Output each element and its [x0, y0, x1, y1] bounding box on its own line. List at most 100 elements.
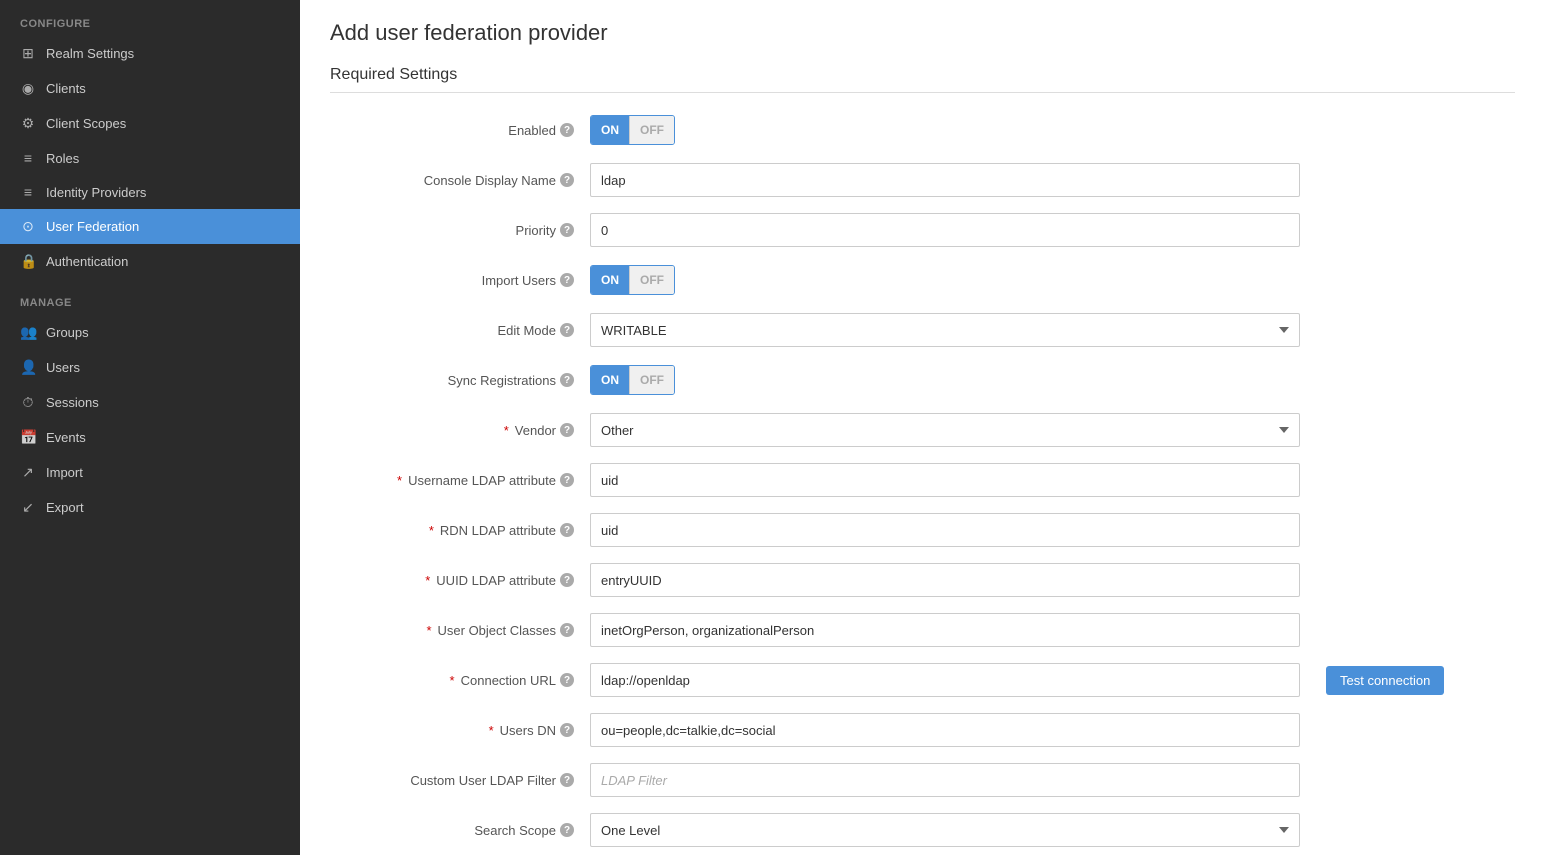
custom-ldap-filter-help-icon[interactable]: ?	[560, 773, 574, 787]
custom-ldap-filter-input[interactable]	[590, 763, 1300, 797]
uuid-ldap-row: * UUID LDAP attribute ?	[330, 563, 1515, 597]
user-object-classes-label: * User Object Classes ?	[330, 623, 590, 638]
sidebar-item-label: Roles	[46, 151, 79, 166]
authentication-icon: 🔒	[20, 253, 36, 270]
edit-mode-select[interactable]: WRITABLE READ_ONLY UNSYNCED	[590, 313, 1300, 347]
sidebar-item-groups[interactable]: 👥 Groups	[0, 315, 300, 350]
connection-url-label: * Connection URL ?	[330, 673, 590, 688]
user-object-classes-control	[590, 613, 1515, 647]
enabled-control: ON OFF	[590, 115, 1515, 145]
rdn-ldap-input[interactable]	[590, 513, 1300, 547]
rdn-ldap-help-icon[interactable]: ?	[560, 523, 574, 537]
manage-section-label: Manage	[0, 279, 300, 315]
sidebar-item-label: Client Scopes	[46, 116, 126, 131]
sync-registrations-control: ON OFF	[590, 365, 1515, 395]
connection-url-row: * Connection URL ? Test connection	[330, 663, 1515, 697]
edit-mode-control: WRITABLE READ_ONLY UNSYNCED	[590, 313, 1515, 347]
import-users-help-icon[interactable]: ?	[560, 273, 574, 287]
vendor-select[interactable]: Other Active Directory Red Hat Directory…	[590, 413, 1300, 447]
sync-registrations-help-icon[interactable]: ?	[560, 373, 574, 387]
sidebar-item-users[interactable]: 👤 Users	[0, 350, 300, 385]
username-ldap-label: * Username LDAP attribute ?	[330, 473, 590, 488]
sidebar-item-export[interactable]: ↙ Export	[0, 490, 300, 525]
test-connection-button[interactable]: Test connection	[1326, 666, 1444, 695]
sync-registrations-on-label: ON	[591, 366, 629, 394]
enabled-toggle[interactable]: ON OFF	[590, 115, 675, 145]
events-icon: 📅	[20, 429, 36, 446]
custom-ldap-filter-control	[590, 763, 1515, 797]
custom-ldap-filter-row: Custom User LDAP Filter ?	[330, 763, 1515, 797]
sidebar-item-label: Realm Settings	[46, 46, 134, 61]
sync-registrations-off-label: OFF	[629, 366, 674, 394]
sidebar-item-label: Events	[46, 430, 86, 445]
sidebar-item-authentication[interactable]: 🔒 Authentication	[0, 244, 300, 279]
users-dn-label: * Users DN ?	[330, 723, 590, 738]
clients-icon: ◉	[20, 80, 36, 97]
priority-row: Priority ?	[330, 213, 1515, 247]
search-scope-row: Search Scope ? One Level Subtree	[330, 813, 1515, 847]
edit-mode-label: Edit Mode ?	[330, 323, 590, 338]
edit-mode-help-icon[interactable]: ?	[560, 323, 574, 337]
rdn-ldap-row: * RDN LDAP attribute ?	[330, 513, 1515, 547]
vendor-label: * Vendor ?	[330, 423, 590, 438]
sidebar-item-import[interactable]: ↗ Import	[0, 455, 300, 490]
users-dn-help-icon[interactable]: ?	[560, 723, 574, 737]
search-scope-help-icon[interactable]: ?	[560, 823, 574, 837]
connection-url-input[interactable]	[590, 663, 1300, 697]
uuid-ldap-label: * UUID LDAP attribute ?	[330, 573, 590, 588]
sidebar-item-events[interactable]: 📅 Events	[0, 420, 300, 455]
vendor-control: Other Active Directory Red Hat Directory…	[590, 413, 1515, 447]
client-scopes-icon: ⚙	[20, 115, 36, 132]
sidebar-item-identity-providers[interactable]: ≡ Identity Providers	[0, 175, 300, 209]
sync-registrations-row: Sync Registrations ? ON OFF	[330, 363, 1515, 397]
identity-providers-icon: ≡	[20, 184, 36, 200]
import-users-off-label: OFF	[629, 266, 674, 294]
sidebar-item-clients[interactable]: ◉ Clients	[0, 71, 300, 106]
sidebar-item-label: Identity Providers	[46, 185, 146, 200]
sync-registrations-toggle[interactable]: ON OFF	[590, 365, 675, 395]
console-display-name-label: Console Display Name ?	[330, 173, 590, 188]
sidebar-item-label: Groups	[46, 325, 89, 340]
priority-control	[590, 213, 1515, 247]
connection-url-help-icon[interactable]: ?	[560, 673, 574, 687]
page-title: Add user federation provider	[330, 20, 1515, 46]
enabled-on-label: ON	[591, 116, 629, 144]
sidebar-item-user-federation[interactable]: ⊙ User Federation	[0, 209, 300, 244]
enabled-off-label: OFF	[629, 116, 674, 144]
import-users-toggle[interactable]: ON OFF	[590, 265, 675, 295]
search-scope-select[interactable]: One Level Subtree	[590, 813, 1300, 847]
user-object-classes-help-icon[interactable]: ?	[560, 623, 574, 637]
sidebar-item-label: Export	[46, 500, 84, 515]
console-display-name-row: Console Display Name ?	[330, 163, 1515, 197]
realm-settings-icon: ⊞	[20, 45, 36, 62]
sidebar-item-label: Sessions	[46, 395, 99, 410]
import-icon: ↗	[20, 464, 36, 481]
connection-url-control: Test connection	[590, 663, 1515, 697]
priority-input[interactable]	[590, 213, 1300, 247]
sidebar-item-client-scopes[interactable]: ⚙ Client Scopes	[0, 106, 300, 141]
users-dn-input[interactable]	[590, 713, 1300, 747]
vendor-help-icon[interactable]: ?	[560, 423, 574, 437]
uuid-ldap-input[interactable]	[590, 563, 1300, 597]
enabled-label: Enabled ?	[330, 123, 590, 138]
users-dn-control	[590, 713, 1515, 747]
user-federation-icon: ⊙	[20, 218, 36, 235]
username-ldap-input[interactable]	[590, 463, 1300, 497]
sidebar-item-roles[interactable]: ≡ Roles	[0, 141, 300, 175]
export-icon: ↙	[20, 499, 36, 516]
user-object-classes-input[interactable]	[590, 613, 1300, 647]
sidebar-item-sessions[interactable]: ⏱ Sessions	[0, 385, 300, 420]
enabled-help-icon[interactable]: ?	[560, 123, 574, 137]
username-ldap-help-icon[interactable]: ?	[560, 473, 574, 487]
uuid-ldap-help-icon[interactable]: ?	[560, 573, 574, 587]
username-ldap-control	[590, 463, 1515, 497]
console-display-name-input[interactable]	[590, 163, 1300, 197]
uuid-ldap-control	[590, 563, 1515, 597]
sidebar-item-realm-settings[interactable]: ⊞ Realm Settings	[0, 36, 300, 71]
priority-help-icon[interactable]: ?	[560, 223, 574, 237]
import-users-on-label: ON	[591, 266, 629, 294]
sidebar-item-label: User Federation	[46, 219, 139, 234]
import-users-label: Import Users ?	[330, 273, 590, 288]
console-display-name-help-icon[interactable]: ?	[560, 173, 574, 187]
edit-mode-row: Edit Mode ? WRITABLE READ_ONLY UNSYNCED	[330, 313, 1515, 347]
